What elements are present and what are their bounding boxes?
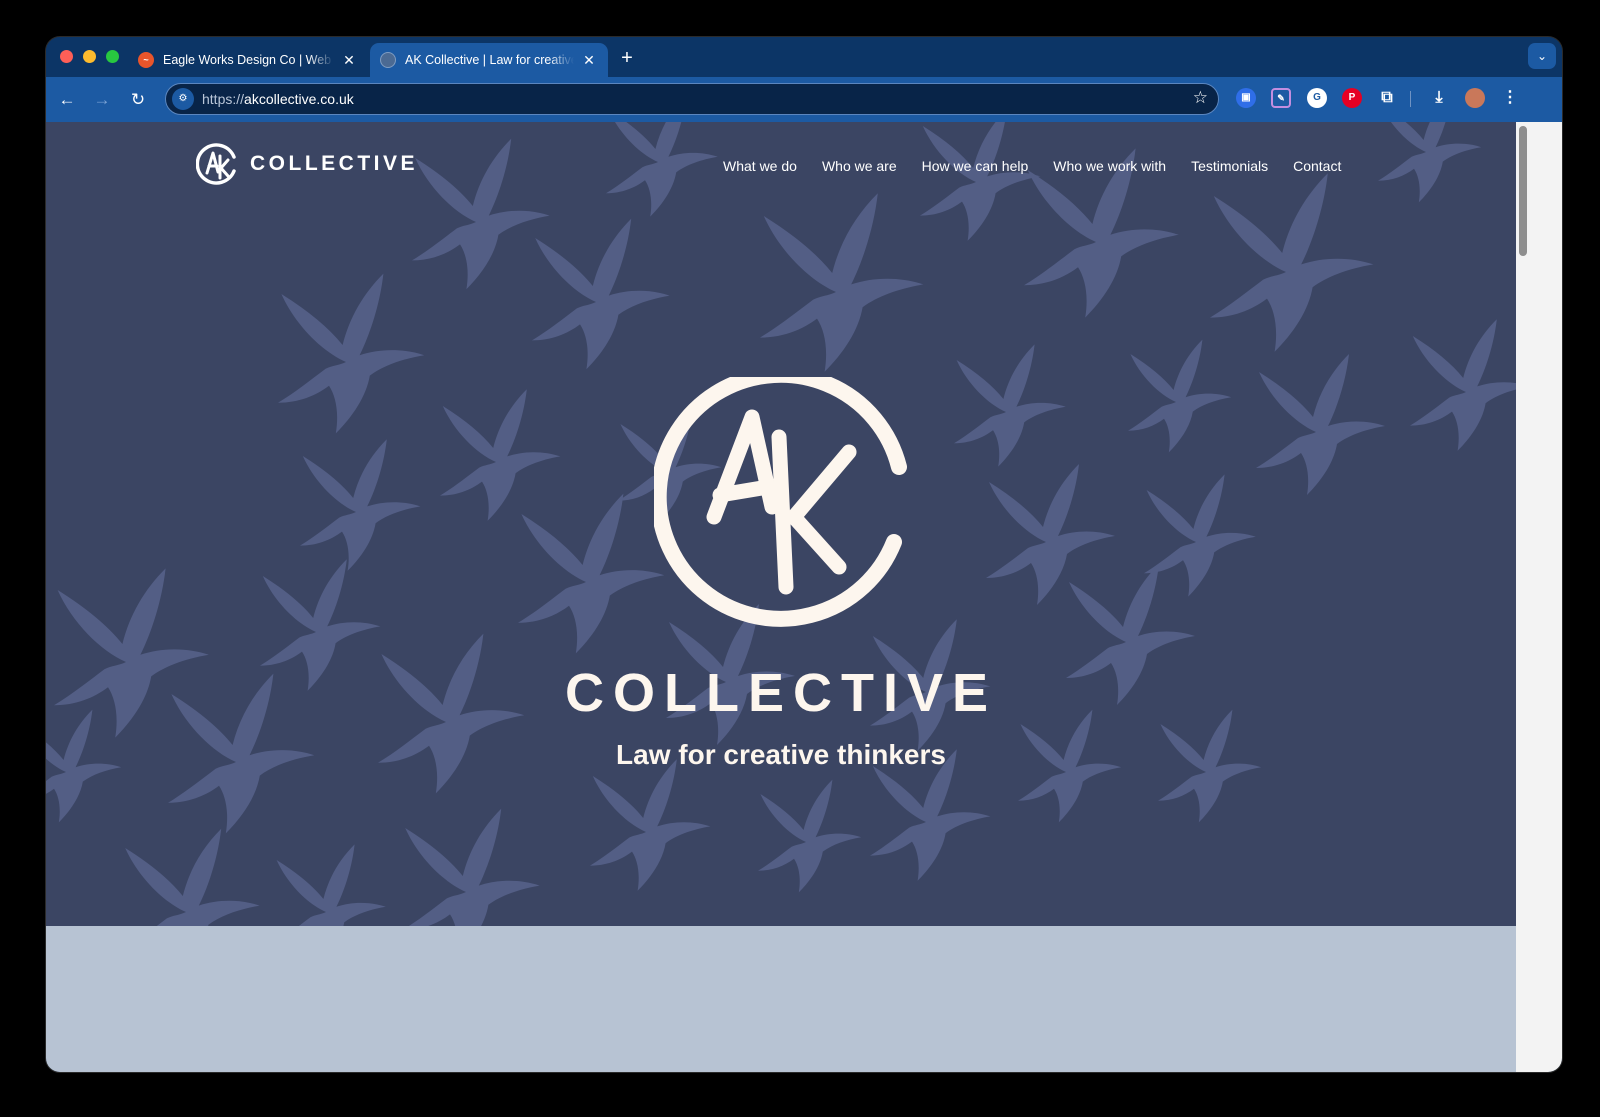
browser-window: ~ Eagle Works Design Co | Web ✕ AK Colle…	[46, 37, 1562, 1072]
globe-icon	[380, 52, 396, 68]
close-icon[interactable]: ✕	[340, 52, 358, 69]
main-navigation: What we do Who we are How we can help Wh…	[723, 158, 1366, 174]
address-bar[interactable]: ⚙ https://akcollective.co.uk ☆	[165, 83, 1219, 115]
hero-ak-logo-icon	[654, 377, 907, 627]
download-icon[interactable]: ⤓	[1429, 88, 1449, 108]
new-tab-button[interactable]: +	[614, 45, 640, 71]
nav-who-we-work-with[interactable]: Who we work with	[1053, 158, 1166, 174]
web-page: COLLECTIVE What we do Who we are How we …	[46, 122, 1516, 1072]
url-text[interactable]: https://akcollective.co.uk	[202, 91, 354, 107]
extensions-puzzle-icon[interactable]: ⧉	[1377, 88, 1397, 108]
site-logo[interactable]: COLLECTIVE	[196, 142, 418, 186]
minimize-window-button[interactable]	[83, 50, 96, 63]
logo-text: COLLECTIVE	[250, 152, 419, 175]
tab-title: Eagle Works Design Co | Web	[163, 53, 332, 67]
tab-strip: ~ Eagle Works Design Co | Web ✕ AK Colle…	[46, 37, 1562, 77]
nav-what-we-do[interactable]: What we do	[723, 158, 797, 174]
back-arrow-icon[interactable]: ←	[54, 87, 80, 113]
hero-tagline: Law for creative thinkers	[616, 739, 946, 770]
tab-title: AK Collective | Law for creative thinker…	[405, 53, 574, 67]
forward-arrow-icon[interactable]: →	[89, 87, 115, 113]
bookmark-star-icon[interactable]: ☆	[1193, 88, 1208, 108]
tab-eagle-works[interactable]: ~ Eagle Works Design Co | Web ✕	[128, 43, 368, 77]
more-menu-icon[interactable]: ⋮	[1500, 88, 1520, 108]
tab-search-button[interactable]: ⌄	[1528, 43, 1556, 69]
tab-ak-collective[interactable]: AK Collective | Law for creative thinker…	[370, 43, 608, 77]
eagle-icon: ~	[138, 52, 154, 68]
close-icon[interactable]: ✕	[580, 52, 598, 69]
nav-contact[interactable]: Contact	[1293, 158, 1341, 174]
scrollbar-thumb[interactable]	[1519, 126, 1527, 256]
extension-icon[interactable]: ✎	[1271, 88, 1291, 108]
toolbar-divider	[1410, 91, 1411, 107]
browser-toolbar: ← → ↻ ⚙ https://akcollective.co.uk ☆	[46, 77, 1562, 122]
ak-logo-mark-icon	[196, 143, 236, 185]
nav-who-we-are[interactable]: Who we are	[822, 158, 897, 174]
nav-how-we-can-help[interactable]: How we can help	[922, 158, 1029, 174]
grammarly-icon[interactable]: G	[1307, 88, 1327, 108]
next-section	[46, 926, 1516, 1072]
site-info-icon[interactable]: ⚙	[172, 88, 194, 110]
pinterest-icon[interactable]: P	[1342, 88, 1362, 108]
extension-icon[interactable]: ▣	[1236, 88, 1256, 108]
profile-avatar[interactable]	[1465, 88, 1485, 108]
close-window-button[interactable]	[60, 50, 73, 63]
hero-title: COLLECTIVE	[564, 663, 997, 723]
reload-icon[interactable]: ↻	[125, 87, 151, 113]
maximize-window-button[interactable]	[106, 50, 119, 63]
nav-testimonials[interactable]: Testimonials	[1191, 158, 1268, 174]
window-edge	[1530, 122, 1562, 1072]
page-scrollbar[interactable]	[1516, 122, 1530, 1072]
